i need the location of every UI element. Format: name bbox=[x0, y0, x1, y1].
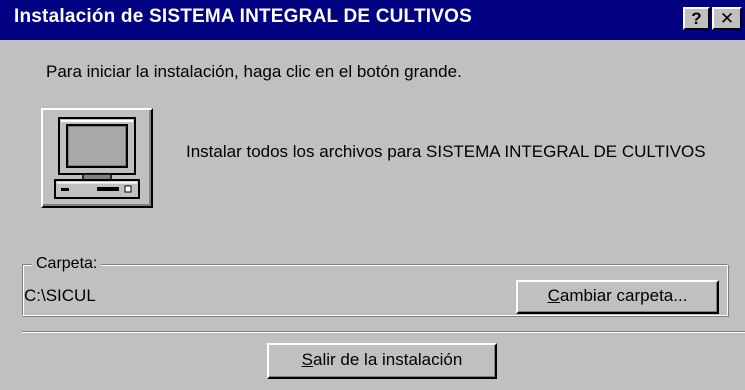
window-title: Instalación de SISTEMA INTEGRAL DE CULTI… bbox=[14, 6, 472, 27]
exit-mnemonic: S bbox=[301, 350, 314, 369]
install-description: Instalar todos los archivos para SISTEMA… bbox=[186, 142, 706, 161]
change-folder-label: ambiar carpeta... bbox=[559, 286, 688, 305]
exit-setup-button[interactable]: Salir de la instalación bbox=[267, 343, 497, 379]
folder-label: Carpeta: bbox=[32, 255, 102, 273]
close-button[interactable]: ✕ bbox=[712, 7, 742, 30]
exit-label: alir de la instalación bbox=[313, 350, 463, 369]
change-folder-button[interactable]: Cambiar carpeta... bbox=[516, 280, 719, 314]
setup-dialog: Instalación de SISTEMA INTEGRAL DE CULTI… bbox=[0, 0, 745, 390]
change-folder-mnemonic: C bbox=[547, 286, 560, 305]
close-icon: ✕ bbox=[719, 9, 735, 28]
question-mark-icon: ? bbox=[691, 9, 702, 28]
divider bbox=[22, 331, 745, 333]
computer-icon bbox=[54, 117, 140, 199]
intro-text: Para iniciar la instalación, haga clic e… bbox=[46, 62, 462, 81]
folder-path: C:\SICUL bbox=[24, 286, 96, 305]
title-bar[interactable]: Instalación de SISTEMA INTEGRAL DE CULTI… bbox=[0, 0, 745, 40]
install-button[interactable] bbox=[41, 108, 153, 208]
help-button[interactable]: ? bbox=[683, 7, 710, 30]
